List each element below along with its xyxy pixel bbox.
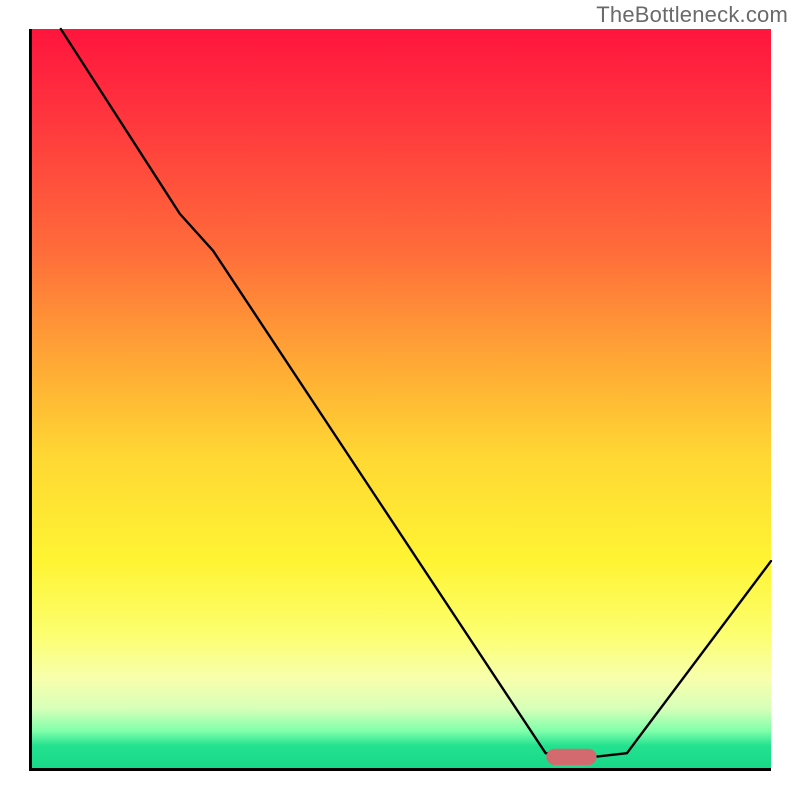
chart-area [29,29,771,771]
bottleneck-curve-path [61,29,771,757]
optimal-marker [546,749,596,765]
bottleneck-line-chart [32,29,771,768]
watermark-text: TheBottleneck.com [596,2,788,28]
